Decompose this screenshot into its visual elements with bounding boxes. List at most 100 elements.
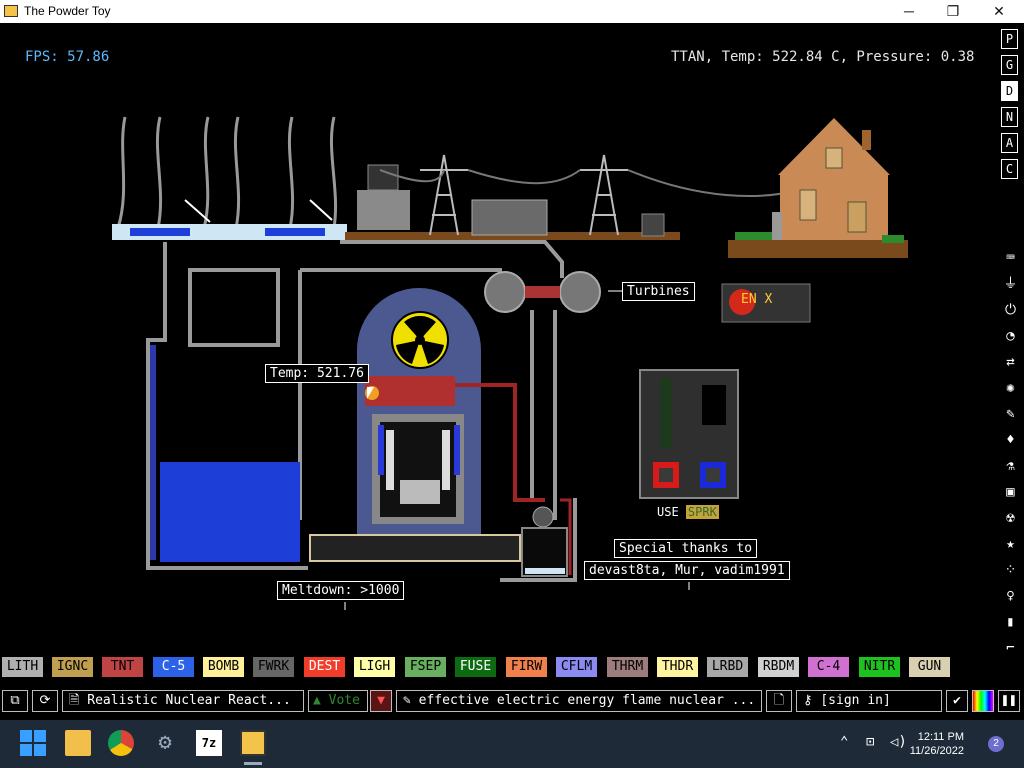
element-button-nitr[interactable]: NITR: [859, 657, 900, 677]
title-bar: The Powder Toy ─ ❐ ✕: [0, 0, 1024, 23]
clock-time: 12:11 PM: [917, 731, 964, 743]
menu-button-n[interactable]: N: [1001, 107, 1018, 127]
flask-icon[interactable]: ⚗: [1001, 456, 1020, 476]
tags-field[interactable]: ✎ effective electric energy flame nuclea…: [396, 690, 762, 712]
radiation-icon[interactable]: ☢: [1001, 508, 1020, 528]
fps-counter: FPS: 57.86: [25, 49, 110, 65]
turbines-sign[interactable]: Turbines: [622, 282, 695, 301]
simulation-canvas[interactable]: FPS: 57.86 TTAN, Temp: 522.84 C, Pressur…: [0, 23, 995, 655]
bottom-pipe: [309, 534, 521, 562]
element-button-fwrk[interactable]: FWRK: [253, 657, 294, 677]
power-icon[interactable]: ⏻: [1001, 300, 1020, 320]
element-button-tnt[interactable]: TNT: [102, 657, 143, 677]
menu-button-d[interactable]: D: [1001, 81, 1018, 101]
keyboard-icon[interactable]: ⌨: [1001, 248, 1020, 268]
element-button-gun[interactable]: GUN: [909, 657, 950, 677]
chevron-up-icon[interactable]: ⌃: [840, 734, 848, 750]
start-icon[interactable]: [20, 730, 46, 756]
menu-button-g[interactable]: G: [1001, 55, 1018, 75]
bulb-icon[interactable]: ♀: [1001, 586, 1020, 606]
element-button-lrbd[interactable]: LRBD: [707, 657, 748, 677]
pen-icon[interactable]: ✎: [1001, 404, 1020, 424]
element-toolbar: LITH IGNC TNT C-5 BOMB FWRK DEST LIGH FSEP FUSE FI…: [0, 655, 1024, 679]
element-button-c-4[interactable]: C-4: [808, 657, 849, 677]
element-button-c-5[interactable]: C-5: [153, 657, 194, 677]
bookmark-icon[interactable]: ▮: [1001, 612, 1020, 632]
notification-badge[interactable]: 2: [988, 736, 1004, 752]
reload-button[interactable]: ⟳: [32, 690, 58, 712]
arrows-icon[interactable]: ⇄: [1001, 352, 1020, 372]
drop-icon[interactable]: ♦: [1001, 430, 1020, 450]
volume-icon[interactable]: ◁): [890, 734, 907, 750]
atom-icon[interactable]: ✺: [1001, 378, 1020, 398]
element-button-thrm[interactable]: THRM: [607, 657, 648, 677]
element-button-bomb[interactable]: BOMB: [203, 657, 244, 677]
vote-up-button[interactable]: ▲ Vote: [308, 690, 368, 712]
element-button-thdr[interactable]: THDR: [657, 657, 698, 677]
generator: [357, 190, 410, 230]
temp-sign[interactable]: Temp: 521.76: [265, 364, 369, 383]
element-button-rbdm[interactable]: RBDM: [758, 657, 799, 677]
element-button-lith[interactable]: LITH: [2, 657, 43, 677]
login-text: [sign in]: [820, 693, 891, 708]
clock-date: 11/26/2022: [909, 745, 964, 757]
window-title: The Powder Toy: [24, 4, 111, 18]
open-save-button[interactable]: ⧉: [2, 690, 28, 712]
house: [728, 118, 908, 258]
nuclear-plant-scene: [112, 116, 908, 610]
particle-info: TTAN, Temp: 522.84 C, Pressure: 0.38: [671, 49, 975, 65]
menu-button-p[interactable]: P: [1001, 29, 1018, 49]
color-picker-button[interactable]: [972, 690, 994, 712]
document-icon: 🗎: [69, 693, 88, 708]
element-button-cflm[interactable]: CFLM: [556, 657, 597, 677]
use-text: USE: [657, 505, 679, 519]
element-button-ligh[interactable]: LIGH: [354, 657, 395, 677]
login-button[interactable]: ⚷ [sign in]: [796, 690, 942, 712]
settings-gear-icon[interactable]: ⚙: [152, 730, 178, 756]
vote-down-button[interactable]: ▼: [370, 690, 392, 712]
save-name-field[interactable]: 🗎 Realistic Nuclear React...: [62, 690, 304, 712]
gauge-icon[interactable]: ◔: [1001, 326, 1020, 346]
element-button-dest[interactable]: DEST: [304, 657, 345, 677]
meltdown-sign[interactable]: Meltdown: >1000: [277, 581, 405, 600]
water-tank: [160, 462, 300, 562]
menu-button-a[interactable]: A: [1001, 133, 1018, 153]
up-arrow-icon: ▲: [313, 693, 329, 708]
element-button-firw[interactable]: FIRW: [506, 657, 547, 677]
save-name: Realistic Nuclear React...: [87, 693, 291, 708]
transformer: [471, 199, 548, 236]
dots-icon[interactable]: ⁘: [1001, 560, 1020, 580]
active-app-indicator: [244, 762, 262, 765]
thanks-sign-line1[interactable]: Special thanks to: [614, 539, 758, 558]
thanks-sign-line2[interactable]: devast8ta, Mur, vadim1991: [584, 561, 790, 580]
element-button-ignc[interactable]: IGNC: [52, 657, 93, 677]
app-icon: [4, 5, 18, 17]
powder-toy-taskbar-icon[interactable]: [240, 730, 266, 756]
menu-button-c[interactable]: C: [1001, 159, 1018, 179]
fire-sign-text: EN X: [741, 292, 773, 307]
7zip-icon[interactable]: 7z: [196, 730, 222, 756]
key-icon: ⚷: [803, 693, 821, 708]
pause-button[interactable]: ❚❚: [998, 690, 1020, 712]
vote-label: Vote: [328, 693, 360, 708]
new-simulation-button[interactable]: 🗋: [766, 690, 792, 712]
plug-icon[interactable]: ⏚: [1001, 274, 1020, 294]
clock[interactable]: 12:11 PM 11/26/2022: [910, 730, 964, 758]
windows-taskbar: ⚙ 7z ⌃ ⊡ ◁) 12:11 PM 11/26/2022 2: [0, 720, 1024, 768]
turbine-right: [559, 271, 601, 313]
star-icon[interactable]: ★: [1001, 534, 1020, 554]
use-hint: USE SPRK: [657, 505, 719, 519]
element-button-fuse[interactable]: FUSE: [455, 657, 496, 677]
chrome-icon[interactable]: [108, 730, 134, 756]
network-icon[interactable]: ⊡: [866, 734, 874, 750]
square-icon[interactable]: ▣: [1001, 482, 1020, 502]
minimize-button[interactable]: ─: [886, 0, 932, 23]
maximize-button[interactable]: ❐: [930, 0, 976, 23]
settings-button[interactable]: ✔: [946, 690, 968, 712]
sprk-element-tag: SPRK: [685, 505, 719, 519]
tag-icon: ✎: [403, 693, 419, 708]
file-explorer-icon[interactable]: [65, 730, 91, 756]
close-button[interactable]: ✕: [976, 0, 1022, 23]
element-button-fsep[interactable]: FSEP: [405, 657, 446, 677]
tags-text: effective electric energy flame nuclear …: [418, 693, 756, 708]
